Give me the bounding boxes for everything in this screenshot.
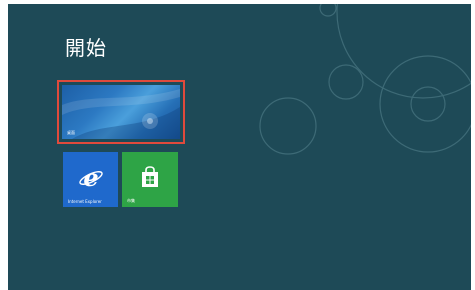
internet-explorer-icon: e [78,166,103,190]
start-screen: 開始 桌面 e Internet Explorer 市集 [8,4,471,290]
start-title: 開始 [65,36,107,60]
internet-explorer-tile[interactable]: e Internet Explorer [63,152,118,207]
svg-text:e: e [83,166,98,190]
store-tile-label: 市集 [127,198,135,203]
internet-explorer-tile-label: Internet Explorer [68,199,102,204]
store-tile[interactable]: 市集 [122,152,178,207]
store-bag-icon [142,166,158,187]
desktop-tile-highlight-box [57,80,185,144]
